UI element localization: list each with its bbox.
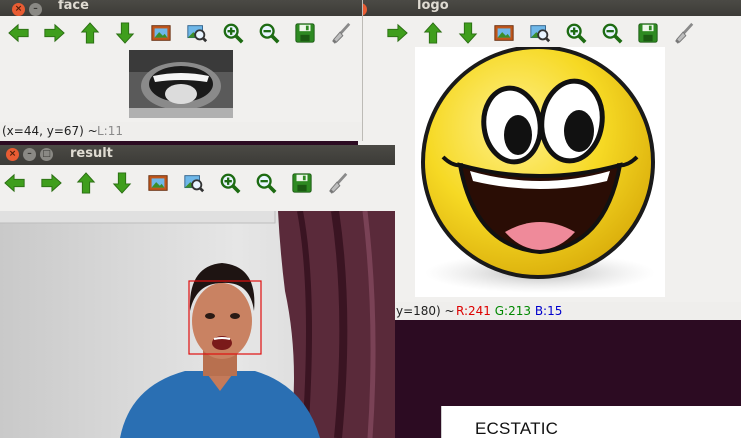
window-title: face	[58, 0, 89, 13]
emotion-label: ECSTATIC	[475, 419, 559, 438]
arrow-right-icon[interactable]	[40, 19, 68, 47]
mouth-crop-image	[129, 50, 233, 118]
save-icon[interactable]	[291, 19, 319, 47]
brush-icon[interactable]	[327, 19, 355, 47]
image-icon[interactable]	[147, 19, 175, 47]
close-button[interactable]: ×	[12, 3, 25, 16]
arrow-right-icon[interactable]	[37, 169, 65, 197]
image-icon[interactable]	[490, 19, 518, 47]
status-coords: (x=44, y=67) ~	[2, 124, 98, 138]
logo-image[interactable]	[415, 45, 665, 297]
webcam-frame-image	[0, 210, 395, 438]
arrow-up-icon[interactable]	[76, 19, 104, 47]
save-icon[interactable]	[634, 19, 662, 47]
arrow-right-icon[interactable]	[383, 19, 411, 47]
arrow-left-icon[interactable]	[1, 169, 29, 197]
arrow-down-icon[interactable]	[111, 19, 139, 47]
arrow-up-icon[interactable]	[419, 19, 447, 47]
face-toolbar	[0, 16, 362, 50]
brush-icon[interactable]	[324, 169, 352, 197]
logo-titlebar: × logo	[358, 0, 741, 16]
zoom-fit-icon[interactable]	[180, 169, 208, 197]
logo-statusbar: y=180) ~ R:241 G:213 B:15	[358, 302, 741, 320]
face-titlebar: × – face	[0, 0, 362, 16]
status-coords: y=180) ~	[396, 304, 455, 318]
arrow-left-icon[interactable]	[5, 19, 33, 47]
result-titlebar: × – □ result	[0, 145, 395, 165]
zoom-out-icon[interactable]	[598, 19, 626, 47]
status-green: G:213	[494, 304, 531, 318]
logo-toolbar	[358, 16, 741, 50]
emotion-label-panel: ECSTATIC	[441, 406, 741, 438]
image-icon[interactable]	[144, 169, 172, 197]
arrow-down-icon[interactable]	[454, 19, 482, 47]
result-window: × – □ result	[0, 145, 395, 438]
result-toolbar	[0, 165, 395, 201]
logo-window: × logo	[358, 0, 741, 320]
webcam-image[interactable]	[0, 210, 395, 438]
face-window: × – face (x=44, y=67) ~ L:11	[0, 0, 363, 141]
zoom-in-icon[interactable]	[219, 19, 247, 47]
zoom-in-icon[interactable]	[562, 19, 590, 47]
status-red: R:241	[456, 304, 491, 318]
window-title: result	[70, 146, 113, 161]
maximize-button[interactable]: □	[40, 148, 53, 161]
status-level: L:11	[97, 124, 123, 138]
brush-icon[interactable]	[670, 19, 698, 47]
close-button[interactable]: ×	[6, 148, 19, 161]
minimize-button[interactable]: –	[29, 3, 42, 16]
arrow-down-icon[interactable]	[108, 169, 136, 197]
zoom-in-icon[interactable]	[216, 169, 244, 197]
zoom-out-icon[interactable]	[255, 19, 283, 47]
zoom-out-icon[interactable]	[252, 169, 280, 197]
arrow-up-icon[interactable]	[72, 169, 100, 197]
status-blue: B:15	[534, 304, 563, 318]
zoom-fit-icon[interactable]	[183, 19, 211, 47]
window-title: logo	[417, 0, 449, 13]
save-icon[interactable]	[288, 169, 316, 197]
minimize-button[interactable]: –	[23, 148, 36, 161]
face-statusbar: (x=44, y=67) ~ L:11	[0, 122, 362, 141]
smiley-face-image	[421, 45, 655, 293]
face-crop-image[interactable]	[129, 50, 233, 118]
zoom-fit-icon[interactable]	[526, 19, 554, 47]
